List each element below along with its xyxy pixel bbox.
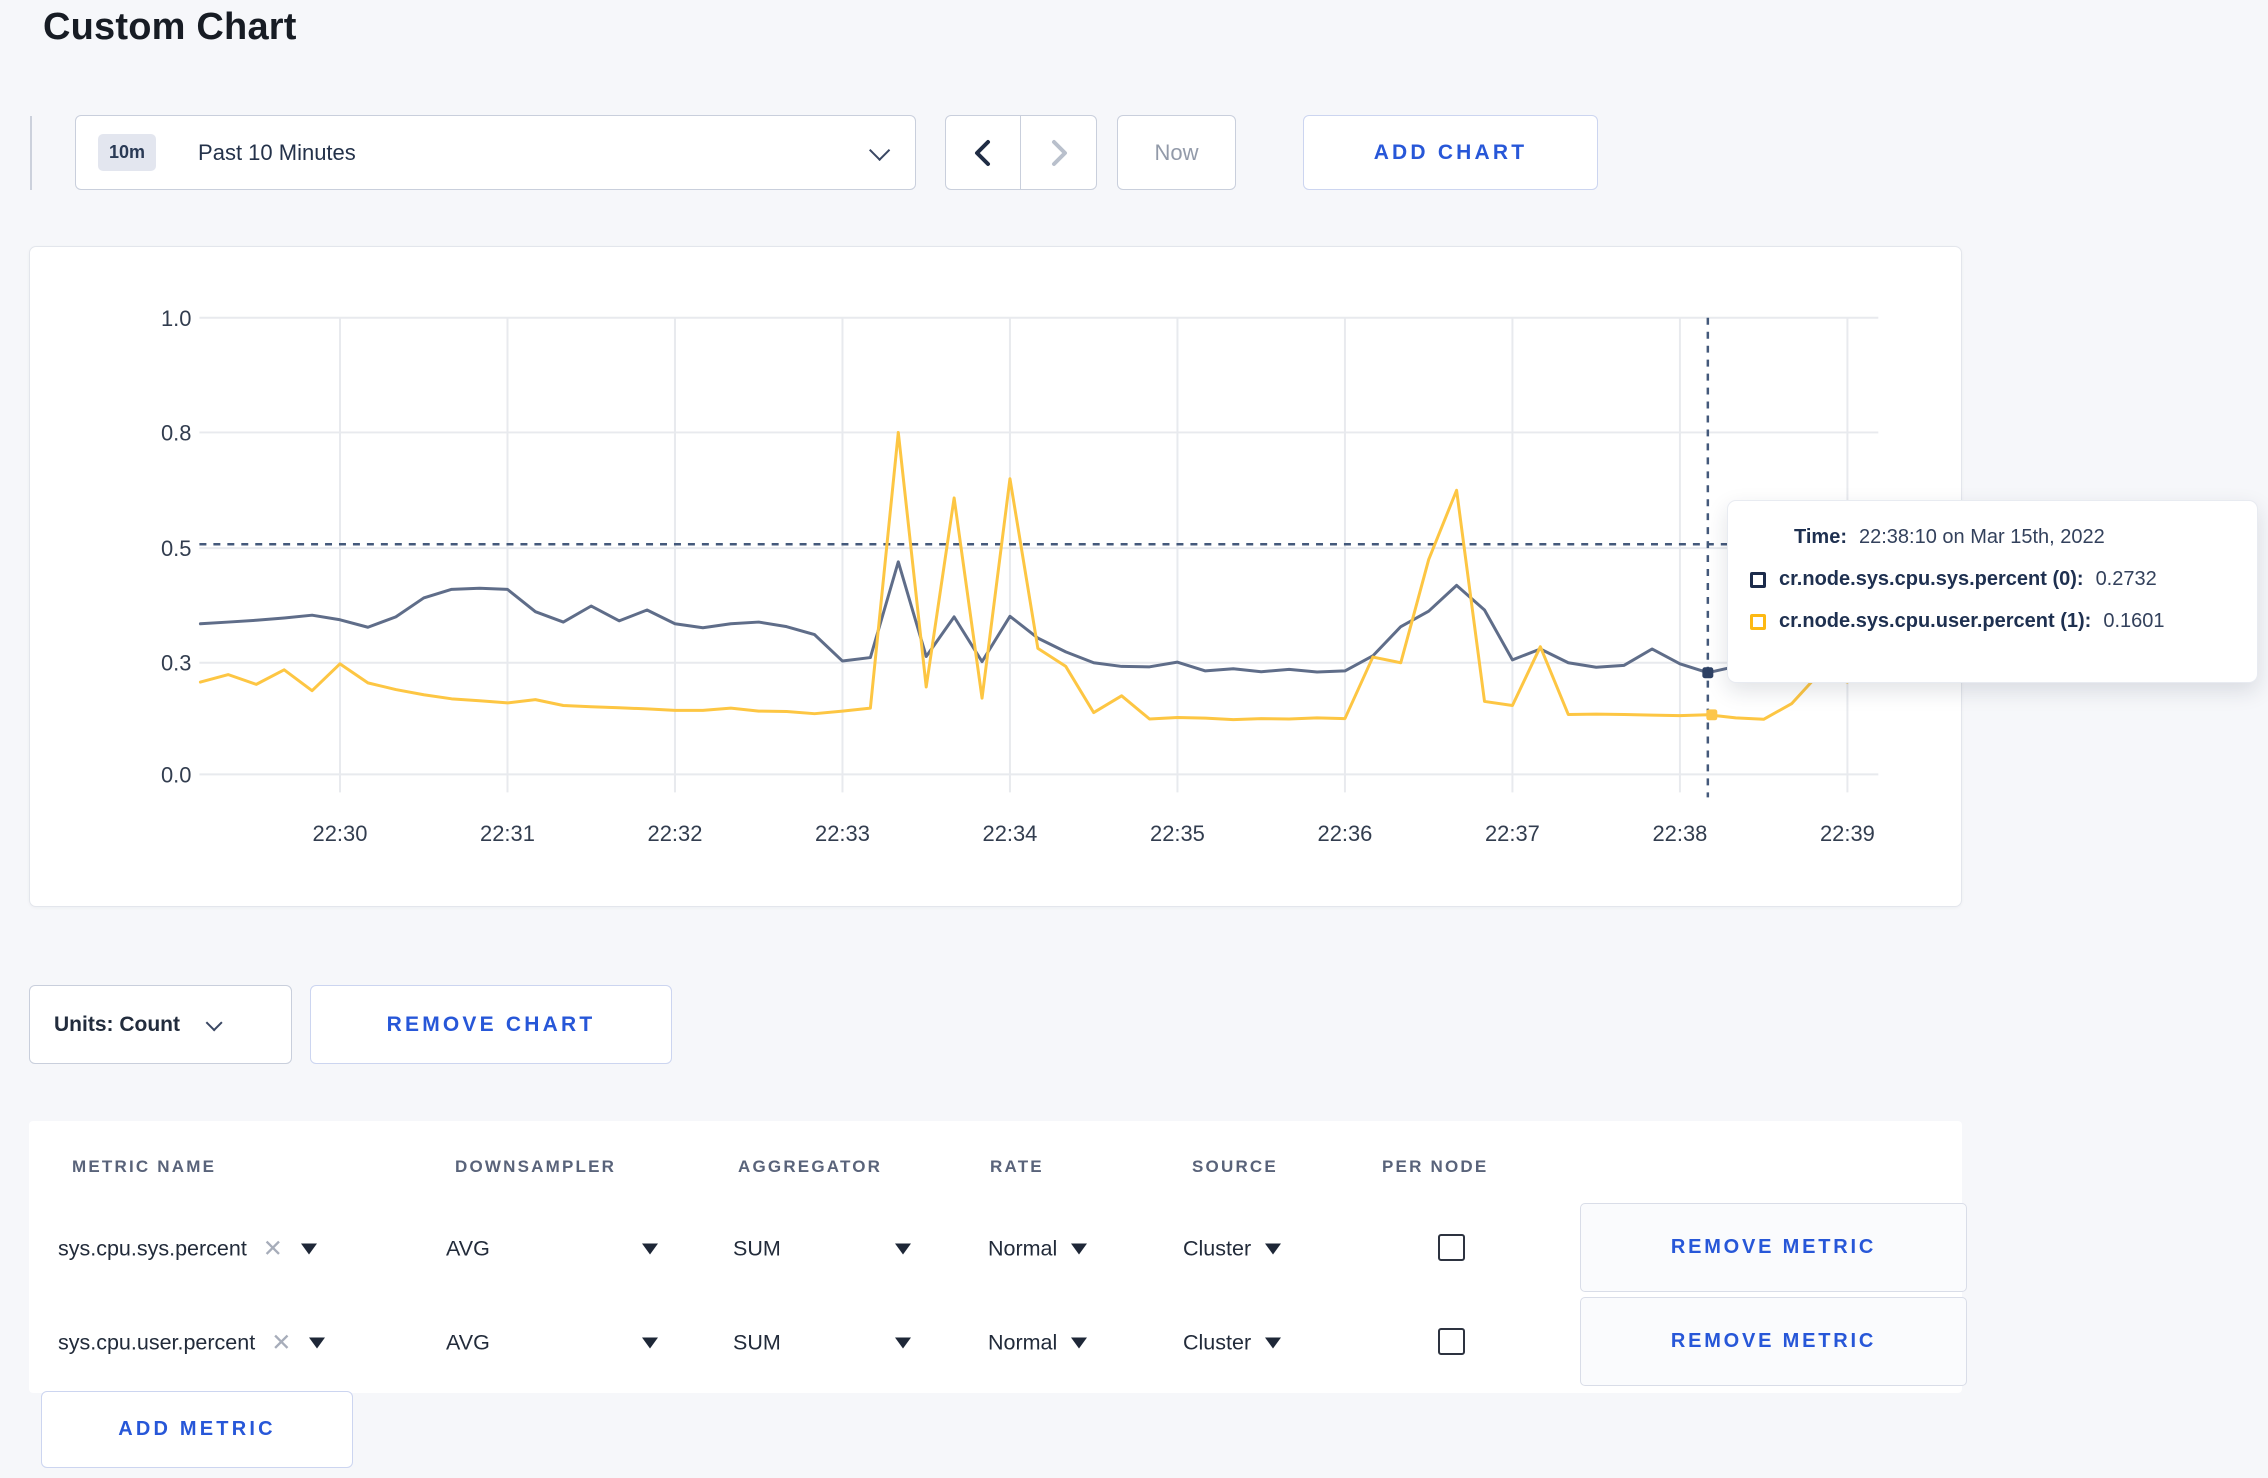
per-node-checkbox[interactable] (1438, 1234, 1465, 1261)
x-axis-tick-label: 22:35 (1150, 821, 1205, 846)
metrics-table: METRIC NAME DOWNSAMPLER AGGREGATOR RATE … (29, 1121, 1967, 1393)
x-axis-tick-label: 22:39 (1820, 821, 1875, 846)
col-header-metric-name: METRIC NAME (72, 1157, 217, 1176)
caret-down-icon[interactable] (1071, 1337, 1088, 1349)
step-forward-button[interactable] (1021, 116, 1096, 189)
metric-name-value: sys.cpu.sys.percent (58, 1236, 247, 1261)
source-value: Cluster (1183, 1236, 1252, 1261)
caret-down-icon[interactable] (300, 1243, 317, 1255)
source-value: Cluster (1183, 1330, 1252, 1355)
col-header-rate: RATE (990, 1157, 1044, 1176)
time-range-label: Past 10 Minutes (198, 139, 356, 165)
caret-down-icon[interactable] (895, 1243, 911, 1255)
hover-point-dot (1702, 667, 1714, 679)
x-axis-tick-label: 22:38 (1652, 821, 1707, 846)
tooltip-time-label: Time: (1794, 526, 1847, 548)
rate-value: Normal (988, 1236, 1058, 1261)
metric-name-select[interactable]: sys.cpu.sys.percent ✕ (58, 1235, 317, 1264)
tooltip-series-label: cr.node.sys.cpu.user.percent (1): (1779, 610, 2092, 632)
user-series-line (198, 430, 1849, 722)
col-header-per-node: PER NODE (1382, 1157, 1489, 1176)
tooltip-series-value: 0.1601 (2103, 610, 2165, 632)
caret-down-icon[interactable] (1071, 1243, 1088, 1255)
caret-down-icon[interactable] (1265, 1337, 1282, 1349)
x-axis-tick-label: 22:33 (815, 821, 870, 846)
tooltip-series-row: cr.node.sys.cpu.sys.percent (0): 0.2732 (1750, 568, 2233, 591)
x-axis-tick-label: 22:37 (1485, 821, 1540, 846)
user-series-swatch-icon (1750, 613, 1766, 630)
toolbar-divider (30, 116, 32, 190)
caret-down-icon[interactable] (642, 1243, 658, 1255)
hover-point-dot (1706, 709, 1718, 721)
per-node-checkbox[interactable] (1438, 1328, 1465, 1355)
tooltip-time-value: 22:38:10 on Mar 15th, 2022 (1858, 526, 2105, 548)
caret-down-icon[interactable] (895, 1337, 911, 1349)
rate-select[interactable]: Normal (988, 1236, 1088, 1262)
caret-down-icon[interactable] (1265, 1243, 1282, 1255)
y-axis-tick-label: 0.3 (161, 651, 191, 676)
time-range-dropdown[interactable]: 10m Past 10 Minutes (75, 115, 916, 190)
col-header-aggregator: AGGREGATOR (738, 1157, 883, 1176)
caret-down-icon[interactable] (642, 1337, 658, 1349)
now-button[interactable]: Now (1117, 115, 1236, 190)
units-dropdown[interactable]: Units: Count (29, 985, 292, 1064)
x-axis-tick-label: 22:31 (480, 821, 535, 846)
sys-series-line (198, 560, 1849, 675)
rate-select[interactable]: Normal (988, 1330, 1088, 1356)
sys-series-swatch-icon (1750, 571, 1766, 588)
time-range-badge: 10m (98, 134, 157, 171)
add-chart-button[interactable]: ADD CHART (1303, 115, 1598, 190)
aggregator-select[interactable]: SUM (733, 1331, 781, 1356)
rate-value: Normal (988, 1330, 1058, 1355)
page-title: Custom Chart (43, 6, 297, 48)
clear-metric-icon[interactable]: ✕ (263, 1235, 283, 1264)
metric-row: sys.cpu.user.percent ✕ AVG SUM Normal Cl… (29, 1297, 1967, 1389)
step-back-button[interactable] (946, 116, 1021, 189)
clear-metric-icon[interactable]: ✕ (271, 1329, 291, 1358)
caret-down-icon[interactable] (309, 1337, 326, 1349)
source-select[interactable]: Cluster (1183, 1330, 1282, 1356)
downsampler-select[interactable]: AVG (446, 1331, 490, 1356)
col-header-source: SOURCE (1192, 1157, 1278, 1176)
time-step-buttons (945, 115, 1097, 190)
downsampler-select[interactable]: AVG (446, 1237, 490, 1262)
aggregator-select[interactable]: SUM (733, 1237, 781, 1262)
chevron-down-icon (869, 139, 891, 161)
chevron-left-icon (975, 139, 990, 166)
col-header-downsampler: DOWNSAMPLER (455, 1157, 617, 1176)
tooltip-series-label: cr.node.sys.cpu.sys.percent (0): (1779, 568, 2084, 590)
chevron-down-icon (205, 1013, 223, 1031)
units-label: Units: Count (54, 1012, 180, 1036)
y-axis-tick-label: 0.5 (161, 536, 191, 561)
x-axis-tick-label: 22:34 (983, 821, 1038, 846)
chevron-right-icon (1051, 139, 1067, 166)
metric-name-value: sys.cpu.user.percent (58, 1330, 256, 1355)
metric-name-select[interactable]: sys.cpu.user.percent ✕ (58, 1329, 326, 1358)
chart-card: 0.0 0.3 0.5 0.8 1.0 22:30 22:31 22:32 22:33 22:34… (29, 246, 1962, 907)
tooltip-series-row: cr.node.sys.cpu.user.percent (1): 0.1601 (1750, 610, 2233, 633)
remove-metric-button[interactable]: REMOVE METRIC (1580, 1203, 1967, 1292)
remove-chart-button[interactable]: REMOVE CHART (310, 985, 672, 1064)
metric-row: sys.cpu.sys.percent ✕ AVG SUM Normal Clu… (29, 1203, 1967, 1295)
remove-metric-button[interactable]: REMOVE METRIC (1580, 1297, 1967, 1386)
add-metric-button[interactable]: ADD METRIC (41, 1391, 353, 1468)
y-axis-tick-label: 0.8 (161, 420, 191, 445)
cpu-usage-chart[interactable]: 0.0 0.3 0.5 0.8 1.0 22:30 22:31 22:32 22:33 22:34… (30, 247, 1961, 906)
source-select[interactable]: Cluster (1183, 1236, 1282, 1262)
chart-hover-tooltip: Time: 22:38:10 on Mar 15th, 2022 cr.node.… (1727, 500, 2258, 683)
tooltip-series-value: 0.2732 (2095, 568, 2157, 590)
tooltip-time-row: Time: 22:38:10 on Mar 15th, 2022 (1794, 526, 2233, 549)
x-axis-tick-label: 22:36 (1318, 821, 1373, 846)
x-axis-tick-label: 22:30 (313, 821, 368, 846)
y-axis-tick-label: 1.0 (161, 306, 191, 331)
y-axis-tick-label: 0.0 (161, 762, 191, 787)
x-axis-tick-label: 22:32 (648, 821, 703, 846)
